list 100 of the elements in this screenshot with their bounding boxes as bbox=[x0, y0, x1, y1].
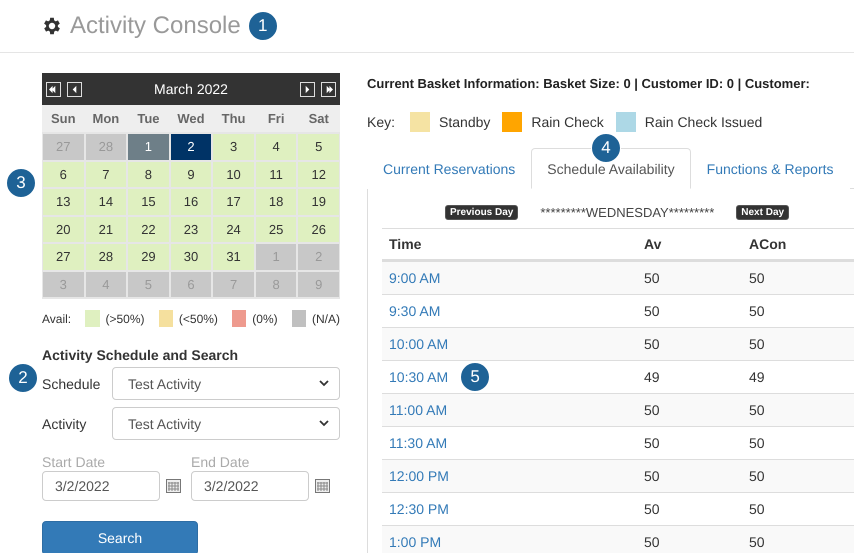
calendar-day[interactable]: 26 bbox=[298, 216, 339, 242]
calendar-day[interactable]: 22 bbox=[128, 216, 169, 242]
callout-marker: 2 bbox=[8, 363, 38, 393]
legend-label: (0%) bbox=[252, 312, 278, 326]
time-link[interactable]: 11:00 AM bbox=[382, 402, 448, 418]
calendar-day[interactable]: 4 bbox=[256, 134, 296, 160]
legend-label: (>50%) bbox=[106, 312, 145, 326]
calendar-day[interactable]: 8 bbox=[128, 162, 169, 187]
calendar-day[interactable]: 31 bbox=[213, 244, 254, 270]
calendar-day[interactable]: 2 bbox=[170, 134, 212, 160]
calendar-day[interactable]: 6 bbox=[43, 162, 84, 187]
weekday-label: Mon bbox=[91, 111, 120, 126]
basket-info: Current Basket Information: Basket Size: 0 | Customer ID: 0 | Customer: bbox=[367, 76, 811, 91]
table-cell-text: 50 bbox=[748, 501, 766, 517]
calendar-day[interactable]: 12 bbox=[298, 162, 339, 187]
key-label: Key: bbox=[367, 114, 396, 130]
previous-button[interactable] bbox=[67, 82, 82, 96]
double-right-icon bbox=[324, 84, 333, 94]
schedule-select[interactable]: Test Activity bbox=[112, 367, 340, 400]
calendar-day[interactable]: 10 bbox=[213, 162, 254, 187]
double-left-icon bbox=[49, 84, 58, 94]
time-link[interactable]: 9:00 AM bbox=[382, 270, 440, 286]
weekday-label: Tue bbox=[136, 111, 160, 126]
time-link[interactable]: 12:00 PM bbox=[382, 468, 449, 484]
table-cell-text: 50 bbox=[643, 534, 661, 550]
previous-day-button[interactable]: Previous Day bbox=[445, 204, 518, 220]
calendar-day[interactable]: 28 bbox=[86, 244, 126, 270]
day-title: *********WEDNESDAY********* bbox=[540, 204, 714, 220]
field-label: End Date bbox=[191, 454, 250, 470]
time-link[interactable]: 1:00 PM bbox=[382, 534, 442, 550]
field-label: Activity bbox=[42, 416, 88, 432]
table-cell-text: 50 bbox=[643, 270, 661, 286]
key-label: Rain Check Issued bbox=[644, 114, 762, 130]
month-title: March 2022 bbox=[153, 81, 229, 97]
column-header: ACon bbox=[748, 236, 788, 252]
calendar-day[interactable]: 29 bbox=[128, 244, 169, 270]
key-label: Standby bbox=[439, 114, 490, 130]
time-link[interactable]: 10:30 AM bbox=[382, 369, 448, 385]
time-link[interactable]: 9:30 AM bbox=[382, 303, 440, 319]
field-label: Schedule bbox=[42, 376, 102, 392]
callout-marker: 4 bbox=[591, 133, 621, 163]
calendar-day[interactable]: 30 bbox=[170, 244, 212, 270]
table-cell-text: 50 bbox=[748, 270, 766, 286]
calendar-day[interactable]: 17 bbox=[213, 189, 254, 214]
table-cell-text: 50 bbox=[748, 435, 766, 451]
calendar-day[interactable]: 21 bbox=[86, 216, 126, 242]
calendar-day[interactable]: 16 bbox=[170, 189, 212, 214]
calendar-day[interactable]: 23 bbox=[170, 216, 212, 242]
table-cell-text: 50 bbox=[643, 303, 661, 319]
search-button[interactable]: Search bbox=[42, 521, 198, 553]
weekday-label: Thu bbox=[220, 111, 246, 126]
calendar-day[interactable]: 9 bbox=[170, 162, 212, 187]
chevron-icon bbox=[319, 420, 329, 427]
time-link[interactable]: 12:30 PM bbox=[382, 501, 449, 517]
calendar-day[interactable]: 27 bbox=[43, 244, 84, 270]
calendar-day[interactable]: 18 bbox=[256, 189, 296, 214]
column-header: Time bbox=[388, 236, 422, 252]
next-button[interactable] bbox=[300, 82, 315, 96]
field-label: Start Date bbox=[42, 454, 106, 470]
calendar-day[interactable]: 14 bbox=[86, 189, 126, 214]
section-title: Activity Schedule and Search bbox=[42, 347, 240, 363]
callout-marker: 5 bbox=[460, 362, 490, 392]
weekday-label: Fri bbox=[266, 111, 286, 126]
date-field[interactable]: 3/2/2022 bbox=[42, 471, 160, 501]
calendar-day[interactable]: 24 bbox=[213, 216, 254, 242]
calendar-day[interactable]: 1 bbox=[128, 134, 169, 160]
time-link[interactable]: 11:30 AM bbox=[382, 435, 448, 451]
calendar-day[interactable]: 7 bbox=[86, 162, 126, 187]
table-cell-text: 50 bbox=[748, 468, 766, 484]
table-cell-text: 49 bbox=[748, 369, 766, 385]
calendar-day[interactable]: 20 bbox=[43, 216, 84, 242]
calendar-day[interactable]: 25 bbox=[256, 216, 296, 242]
calendar-day[interactable]: 5 bbox=[298, 134, 339, 160]
table-cell-text: 50 bbox=[748, 402, 766, 418]
calendar-icon[interactable] bbox=[166, 479, 181, 493]
calendar-day[interactable]: 19 bbox=[298, 189, 339, 214]
left-triangle-icon bbox=[70, 84, 79, 94]
calendar-day[interactable]: 13 bbox=[43, 189, 84, 214]
table-cell-text: 50 bbox=[748, 336, 766, 352]
last-page-button[interactable] bbox=[321, 82, 336, 96]
table-cell-text: 50 bbox=[643, 402, 661, 418]
legend-label: (N/A) bbox=[312, 312, 340, 326]
table-cell-text: 49 bbox=[643, 369, 661, 385]
weekday-label: Wed bbox=[176, 111, 206, 126]
date-field[interactable]: 3/2/2022 bbox=[191, 471, 309, 501]
next-day-button[interactable]: Next Day bbox=[736, 204, 790, 220]
table-cell-text: 50 bbox=[643, 501, 661, 517]
calendar-day[interactable]: 11 bbox=[256, 162, 296, 187]
calendar-day[interactable]: 15 bbox=[128, 189, 169, 214]
table-cell-text: 50 bbox=[748, 303, 766, 319]
key-label: Rain Check bbox=[531, 114, 604, 130]
callout-marker: 3 bbox=[6, 168, 36, 198]
table-cell-text: 50 bbox=[643, 435, 661, 451]
activity-select[interactable]: Test Activity bbox=[112, 407, 340, 440]
calendar-icon[interactable] bbox=[315, 479, 330, 493]
callout-marker: 1 bbox=[248, 11, 278, 41]
first-page-button[interactable] bbox=[46, 82, 61, 96]
column-header: Av bbox=[643, 236, 662, 252]
calendar-day[interactable]: 3 bbox=[213, 134, 254, 160]
time-link[interactable]: 10:00 AM bbox=[382, 336, 448, 352]
